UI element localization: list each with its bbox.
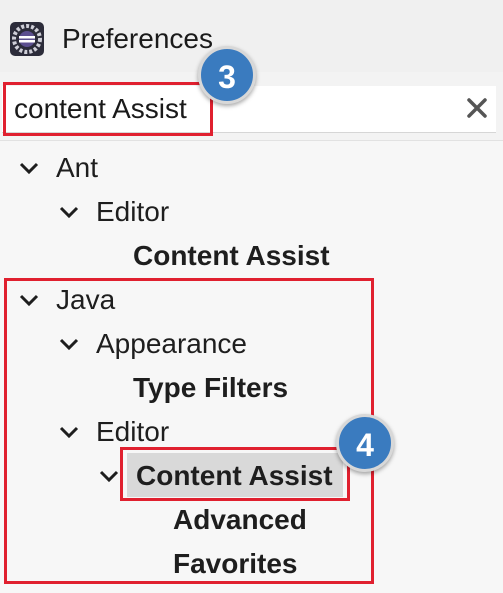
search-highlight-box <box>3 82 213 136</box>
tree-item-ant-content-assist[interactable]: Content Assist <box>133 236 330 276</box>
chevron-down-icon[interactable] <box>18 148 42 188</box>
window-title: Preferences <box>62 23 213 54</box>
clear-x-icon[interactable] <box>464 95 490 121</box>
eclipse-app-icon <box>10 22 44 56</box>
step-4-badge: 4 <box>336 414 394 472</box>
content-assist-highlight-box <box>120 447 350 501</box>
chevron-down-icon[interactable] <box>58 192 82 232</box>
tree-item-label: Editor <box>96 196 170 227</box>
java-section-highlight-box <box>4 278 374 584</box>
tree-item-ant[interactable]: Ant <box>18 148 98 188</box>
tree-item-label: Ant <box>56 152 99 183</box>
tree-item-ant-editor[interactable]: Editor <box>58 192 169 232</box>
step-3-badge: 3 <box>198 46 256 104</box>
